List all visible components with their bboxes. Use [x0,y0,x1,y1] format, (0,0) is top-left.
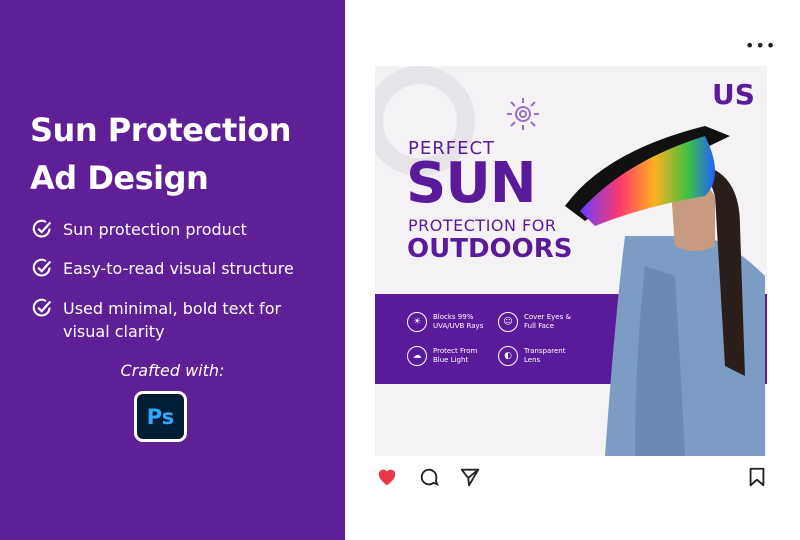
feature-text: Easy-to-read visual structure [63,259,294,278]
blue-light-icon: ☁ [407,346,427,366]
more-options-icon[interactable]: ••• [745,36,776,55]
feature-item: Used minimal, bold text for visual clari… [32,297,322,343]
uv-shield-icon: ☀ [407,312,427,332]
page-title: Sun Protection Ad Design [30,106,291,202]
bookmark-icon[interactable] [746,466,768,488]
benefit-item: ☁ Protect From Blue Light [407,346,507,366]
share-icon[interactable] [459,466,481,488]
ad-image: US PERFECT SUN PROTECTION FOR OUTDOORS ☀… [375,66,767,456]
headline-protection: PROTECTION FOR [408,216,557,235]
title-line-1: Sun Protection [30,111,291,149]
crafted-with-label: Crafted with: [120,361,225,380]
benefit-text: Protect From Blue Light [433,347,478,364]
headline-outdoors: OUTDOORS [407,234,573,264]
check-circle-icon [32,258,52,277]
face-icon: ☺ [498,312,518,332]
title-line-2: Ad Design [30,159,209,197]
feature-text: Sun protection product [63,220,247,239]
feature-item: Easy-to-read visual structure [32,257,322,280]
benefit-item: ☀ Blocks 99% UVA/UVB Rays [407,312,507,332]
comment-icon[interactable] [418,466,440,488]
sun-icon [507,98,539,130]
feature-text: Used minimal, bold text for visual clari… [63,299,282,341]
lens-icon: ◐ [498,346,518,366]
heart-icon[interactable] [376,466,398,488]
feature-item: Sun protection product [32,218,322,241]
brand-logo: US [712,78,755,111]
model-with-visor-image [565,126,765,456]
check-circle-icon [32,298,52,317]
left-panel: Sun Protection Ad Design Sun protection p… [0,0,345,540]
benefit-text: Blocks 99% UVA/UVB Rays [433,313,484,330]
headline-sun: SUN [406,151,537,216]
photoshop-icon: Ps [134,391,187,442]
check-circle-icon [32,219,52,238]
